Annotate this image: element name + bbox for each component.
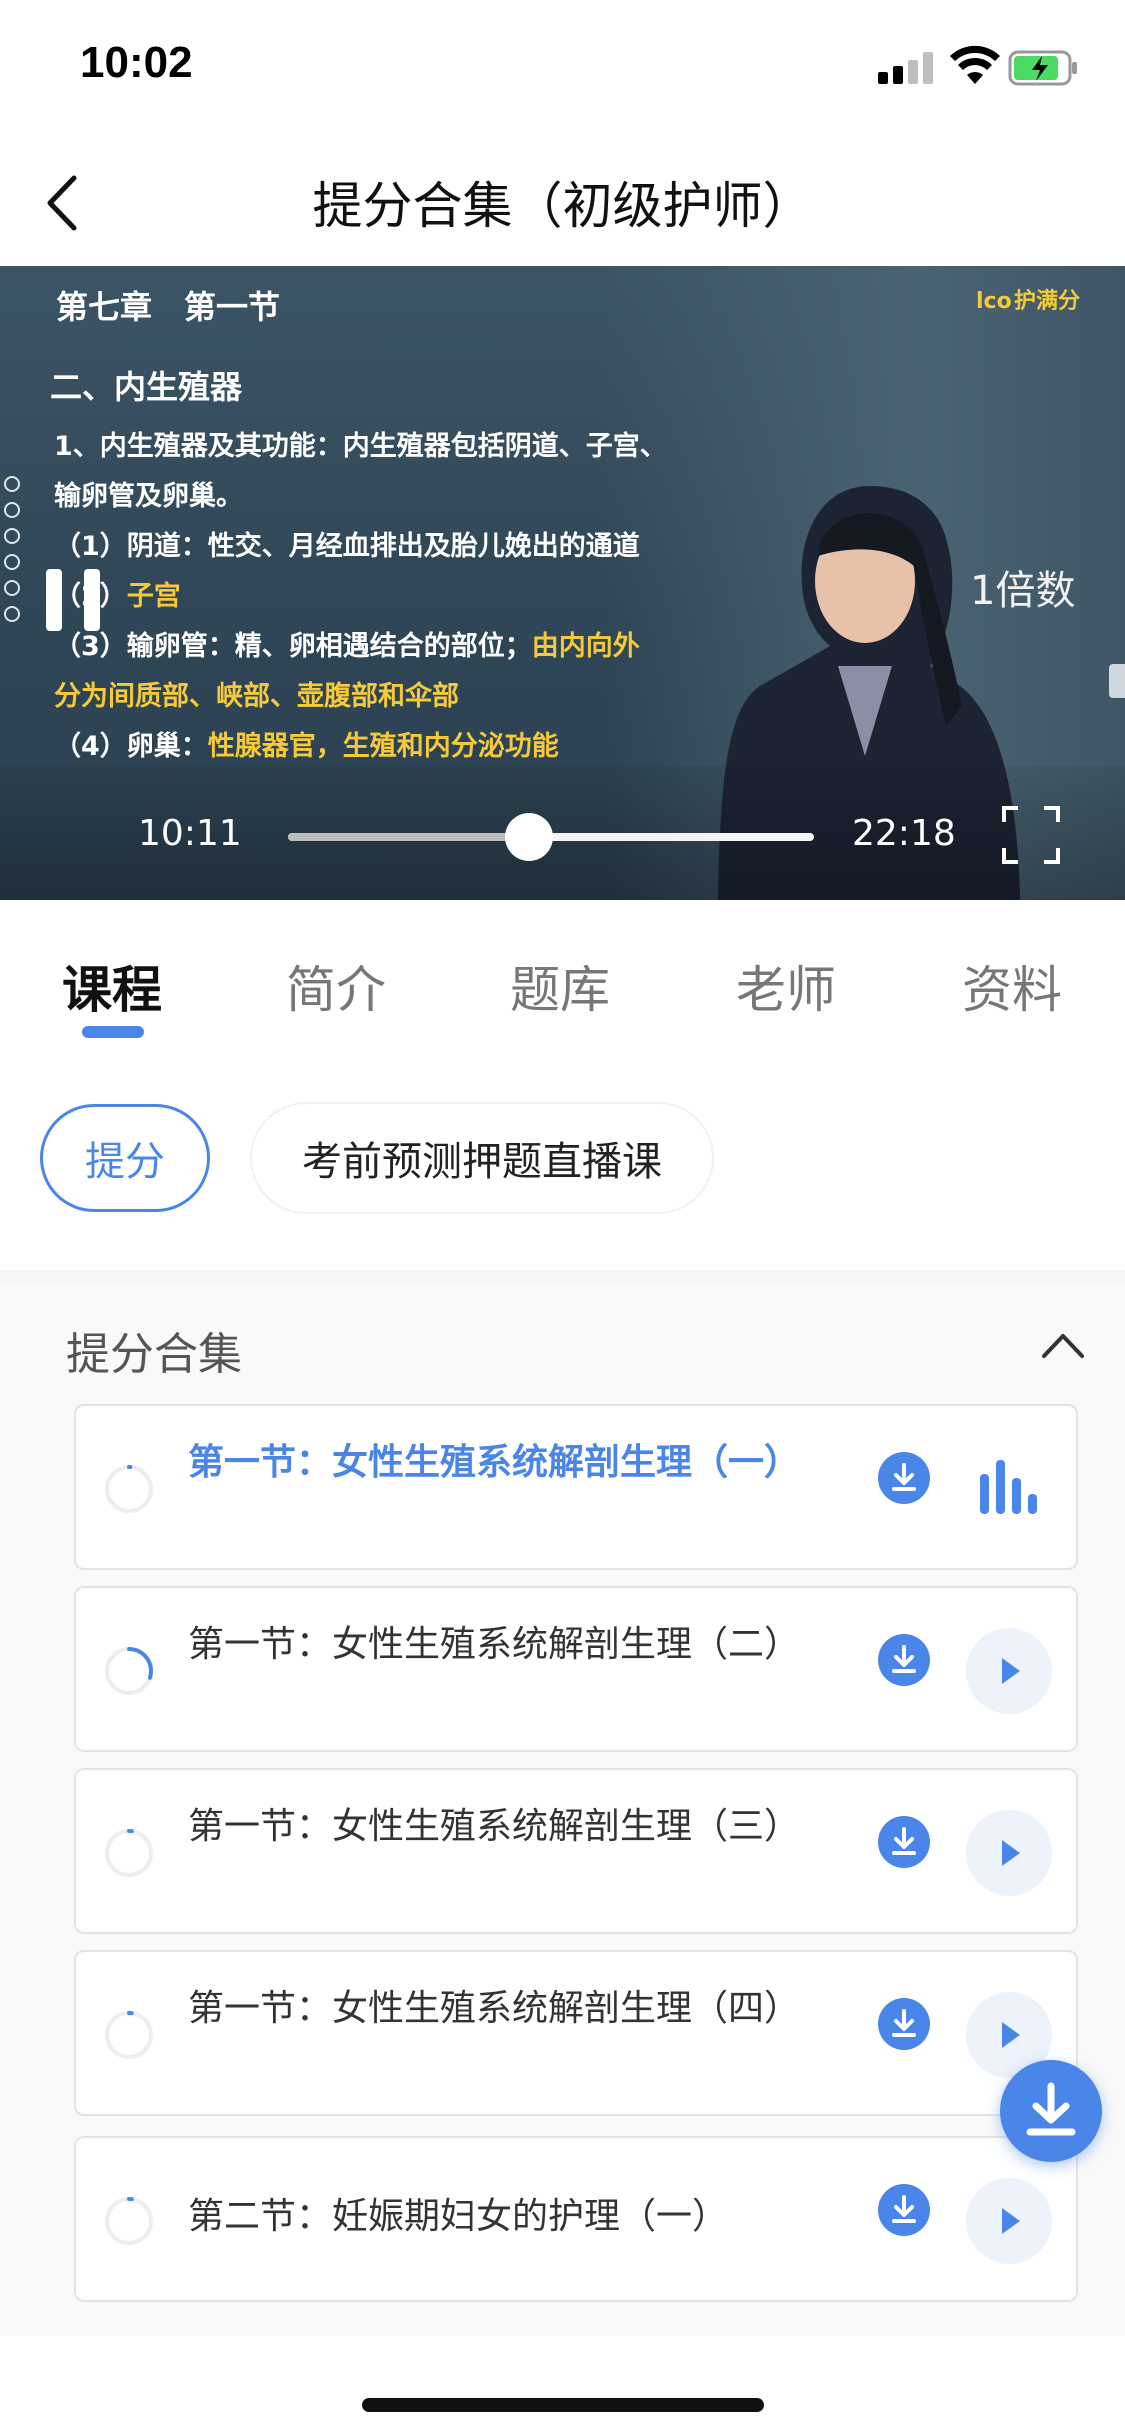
- status-bar: 10:02: [0, 0, 1125, 140]
- slide-heading: 二、内生殖器: [50, 368, 243, 406]
- download-icon: [1026, 2082, 1076, 2136]
- lesson-item[interactable]: 第一节：女性生殖系统解剖生理（三）: [74, 1768, 1078, 1934]
- progress-ring-icon: [105, 1829, 153, 1877]
- brand-name: 护满分: [1014, 289, 1080, 314]
- tab-materials[interactable]: 资料: [962, 950, 1062, 1022]
- play-icon[interactable]: [966, 1628, 1052, 1714]
- brand-logo: lco 护满分: [974, 278, 1104, 324]
- lesson-item[interactable]: 第一节：女性生殖系统解剖生理（一）: [74, 1404, 1078, 1570]
- progress-ring-icon: [105, 1465, 153, 1513]
- lesson-title: 第一节：女性生殖系统解剖生理（四）: [188, 1988, 801, 2029]
- player-side-tools[interactable]: [0, 466, 24, 706]
- download-icon[interactable]: [878, 1816, 930, 1868]
- slide-line: （4）卵巢：性腺器官，生殖和内分泌功能: [54, 724, 559, 763]
- slide-chapter: 第七章 第一节: [56, 288, 281, 326]
- tool-icon: [4, 580, 20, 596]
- progress-fill: [288, 833, 530, 841]
- tool-icon: [4, 502, 20, 518]
- progress-ring-icon: [105, 1647, 153, 1695]
- lesson-item[interactable]: 第一节：女性生殖系统解剖生理（四）: [74, 1950, 1078, 2116]
- section-divider: [0, 1270, 1125, 1284]
- cellular-signal-icon: [878, 52, 934, 84]
- battery-icon: [1008, 50, 1077, 86]
- navigation-header: 提分合集（初级护师）: [0, 140, 1125, 266]
- floating-download-button[interactable]: [1000, 2060, 1102, 2162]
- slide-line: 1、内生殖器及其功能：内生殖器包括阴道、子宫、: [54, 431, 667, 462]
- lesson-title: 第一节：女性生殖系统解剖生理（一）: [188, 1442, 801, 1483]
- tab-course[interactable]: 课程: [62, 950, 162, 1022]
- lesson-title: 第一节：女性生殖系统解剖生理（三）: [188, 1806, 801, 1847]
- chip-live-prediction[interactable]: 考前预测押题直播课: [252, 1104, 712, 1212]
- page-title: 提分合集（初级护师）: [312, 177, 813, 235]
- fullscreen-icon[interactable]: [1000, 804, 1062, 866]
- play-icon[interactable]: [966, 1810, 1052, 1896]
- current-time: 10:11: [138, 813, 242, 854]
- download-icon[interactable]: [878, 1998, 930, 2050]
- progress-ring-icon: [105, 2197, 153, 2245]
- svg-text:lco: lco: [976, 289, 1012, 314]
- tab-intro[interactable]: 简介: [286, 950, 386, 1022]
- playback-speed[interactable]: 1倍数: [970, 558, 1075, 616]
- side-panel-handle[interactable]: [1109, 664, 1125, 698]
- audio-bars-icon: [976, 1458, 1048, 1514]
- status-time: 10:02: [80, 38, 193, 87]
- slide-line: （3）输卵管：精、卵相遇结合的部位；由内向外: [54, 624, 640, 663]
- slide-highlight: 性腺器官，生殖和内分泌功能: [207, 731, 559, 762]
- slide-highlight: 分为间质部、峡部、壶腹部和伞部: [54, 681, 459, 712]
- slide-highlight: 子宫: [126, 581, 181, 612]
- slide-line: 输卵管及卵巢。: [54, 481, 243, 512]
- section-title: 提分合集: [66, 1329, 242, 1380]
- lesson-item[interactable]: 第一节：女性生殖系统解剖生理（二）: [74, 1586, 1078, 1752]
- video-player[interactable]: 第七章 第一节 二、内生殖器 1、内生殖器及其功能：内生殖器包括阴道、子宫、 输…: [0, 266, 1125, 900]
- chevron-up-icon[interactable]: [1040, 1330, 1086, 1360]
- download-icon[interactable]: [878, 1634, 930, 1686]
- slide-text-segment: （4）卵巢：: [54, 731, 208, 762]
- lesson-title: 第一节：女性生殖系统解剖生理（二）: [188, 1624, 801, 1665]
- tab-question-bank[interactable]: 题库: [510, 950, 610, 1022]
- active-tab-indicator: [82, 1026, 144, 1038]
- tool-icon: [4, 606, 20, 622]
- progress-bar[interactable]: [288, 813, 814, 861]
- download-icon[interactable]: [878, 2184, 930, 2236]
- progress-ring-icon: [105, 2011, 153, 2059]
- total-time: 22:18: [852, 813, 956, 854]
- slide-highlight: 由内向外: [531, 631, 640, 662]
- slide-line: （1）阴道：性交、月经血排出及胎儿娩出的通道: [54, 531, 640, 562]
- lesson-title: 第二节：妊娠期妇女的护理（一）: [188, 2196, 729, 2237]
- download-icon[interactable]: [878, 1452, 930, 1504]
- slide-text-segment: （3）输卵管：精、卵相遇结合的部位；: [54, 631, 532, 662]
- tab-teacher[interactable]: 老师: [736, 950, 836, 1022]
- tool-icon: [4, 528, 20, 544]
- home-indicator: [362, 2398, 764, 2412]
- lesson-item[interactable]: 第二节：妊娠期妇女的护理（一）: [74, 2136, 1078, 2302]
- play-icon[interactable]: [966, 2178, 1052, 2264]
- tool-icon: [4, 476, 20, 492]
- pause-icon[interactable]: [46, 569, 104, 631]
- wifi-icon: [950, 45, 1000, 84]
- tab-bar: 课程 简介 题库 老师 资料: [0, 900, 1125, 1068]
- tool-icon: [4, 554, 20, 570]
- chip-score-boost[interactable]: 提分: [40, 1104, 210, 1212]
